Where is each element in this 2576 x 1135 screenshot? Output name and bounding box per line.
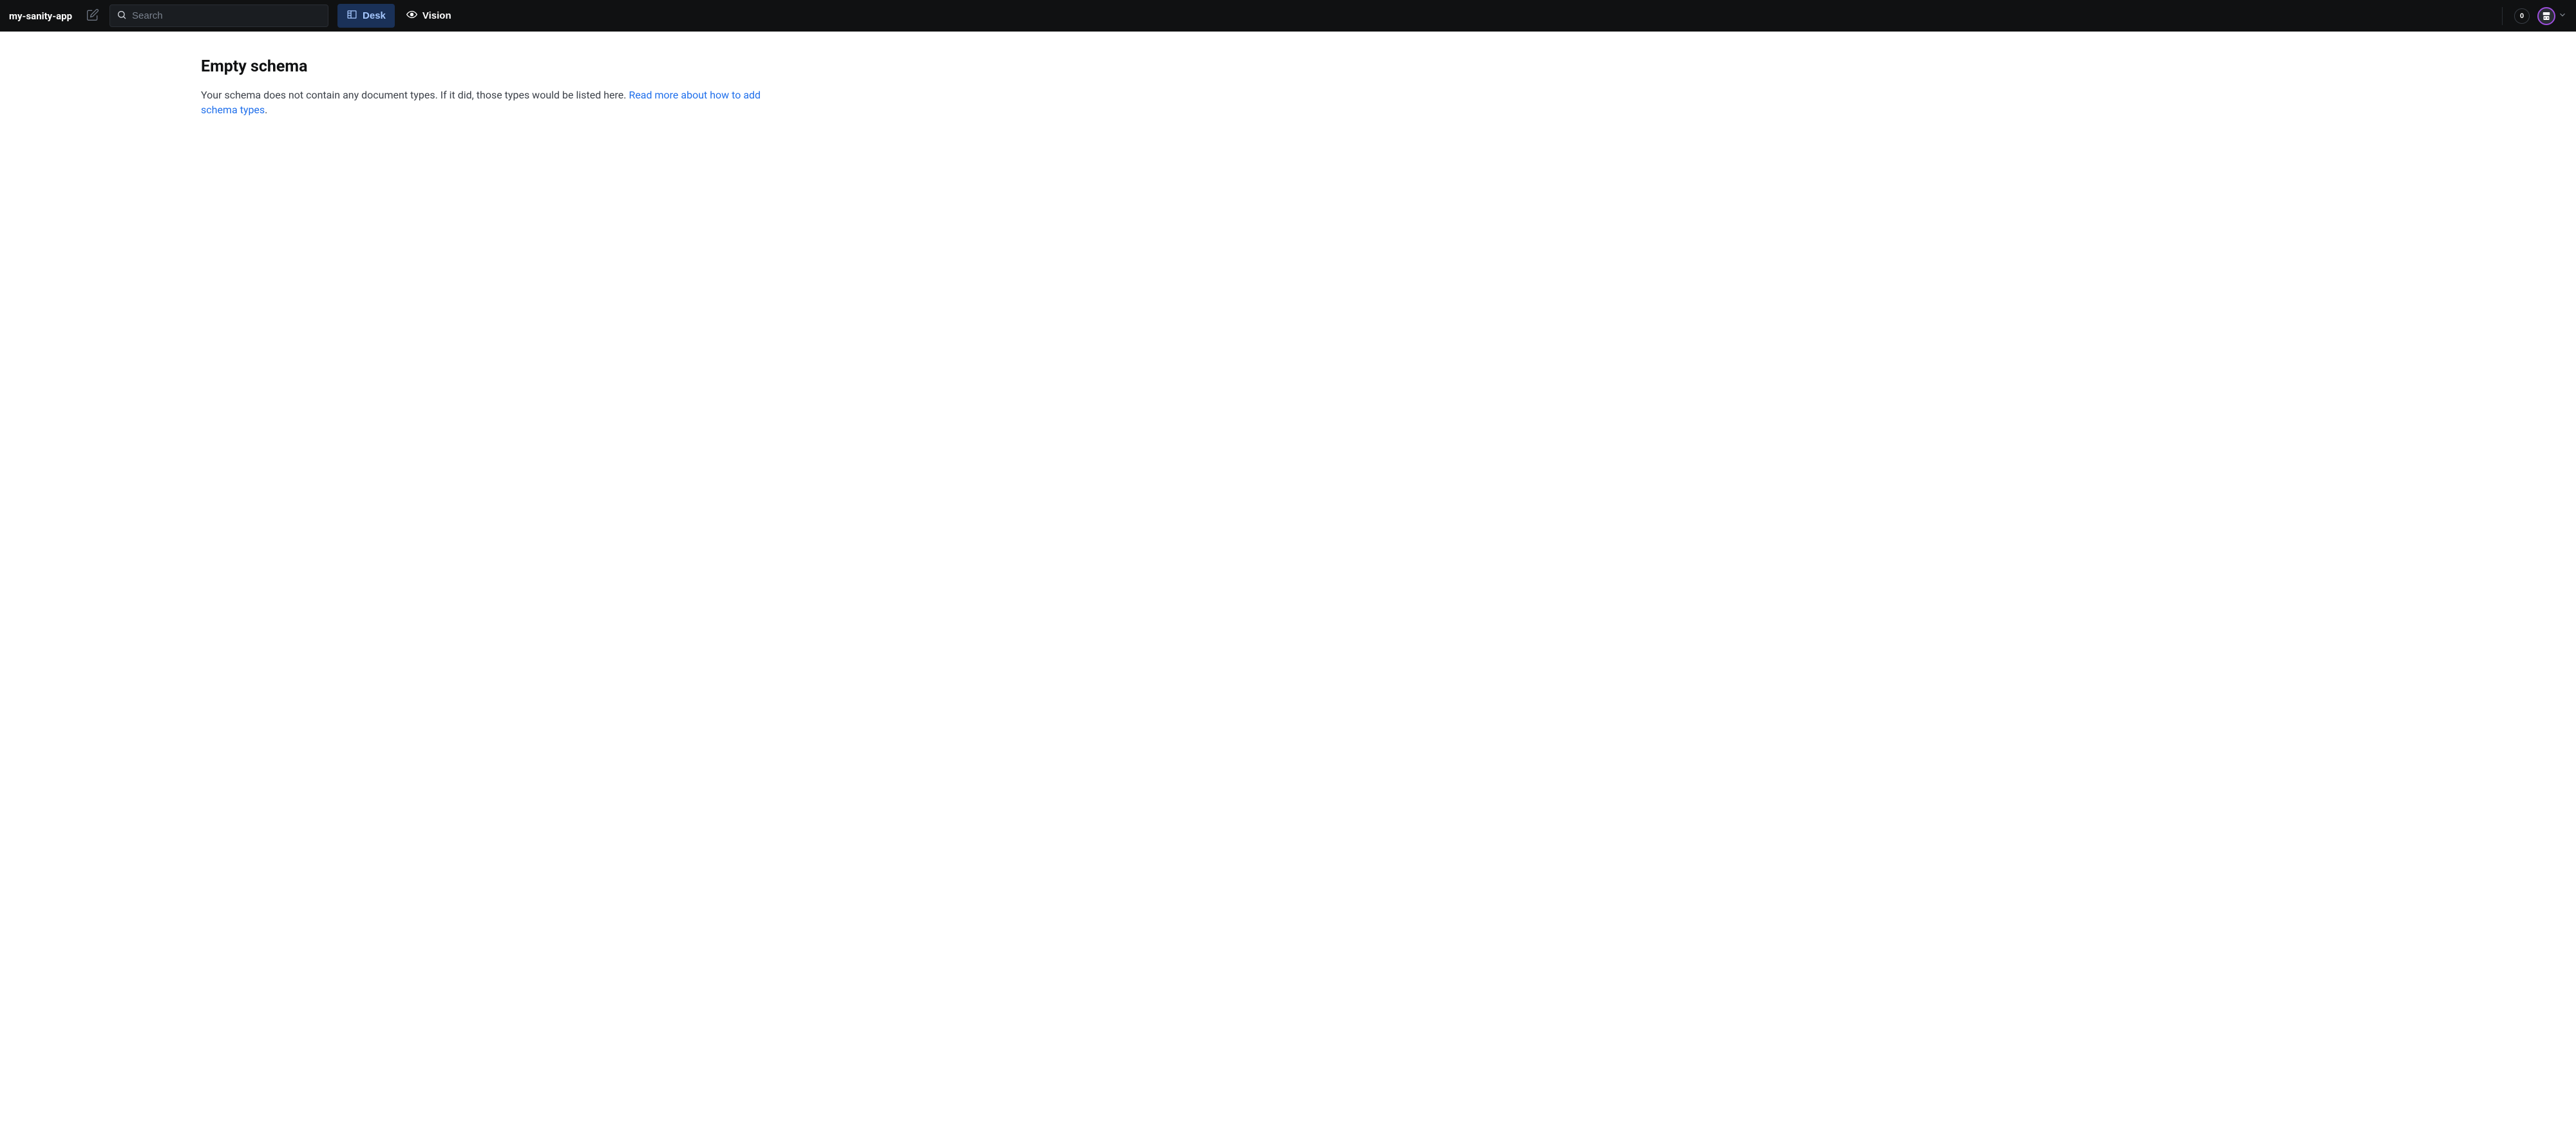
search-wrapper[interactable] — [109, 5, 328, 27]
compose-icon — [86, 8, 99, 23]
avatar — [2537, 7, 2555, 25]
panel-icon — [346, 9, 357, 23]
divider — [2502, 7, 2503, 25]
eye-icon — [406, 9, 417, 23]
tab-vision[interactable]: Vision — [397, 4, 460, 28]
badge-count: 0 — [2520, 12, 2524, 20]
search-input[interactable] — [132, 10, 321, 21]
search-icon — [117, 10, 127, 23]
compose-button[interactable] — [84, 7, 102, 25]
content-inner: Empty schema Your schema does not contai… — [201, 57, 793, 117]
navbar: my-sanity-app — [0, 0, 2576, 32]
main-content: Empty schema Your schema does not contai… — [0, 32, 2576, 143]
description-suffix: . — [265, 104, 267, 116]
tab-desk[interactable]: Desk — [337, 4, 395, 28]
tab-label: Vision — [422, 10, 451, 21]
page-title: Empty schema — [201, 57, 793, 76]
nav-tabs: Desk Vision — [337, 4, 460, 28]
page-description: Your schema does not contain any documen… — [201, 88, 793, 117]
description-prefix: Your schema does not contain any documen… — [201, 89, 629, 101]
chevron-down-icon — [2558, 10, 2567, 21]
tab-label: Desk — [363, 10, 386, 21]
app-name: my-sanity-app — [9, 10, 76, 22]
user-menu[interactable] — [2537, 7, 2567, 25]
notification-badge[interactable]: 0 — [2514, 8, 2530, 24]
